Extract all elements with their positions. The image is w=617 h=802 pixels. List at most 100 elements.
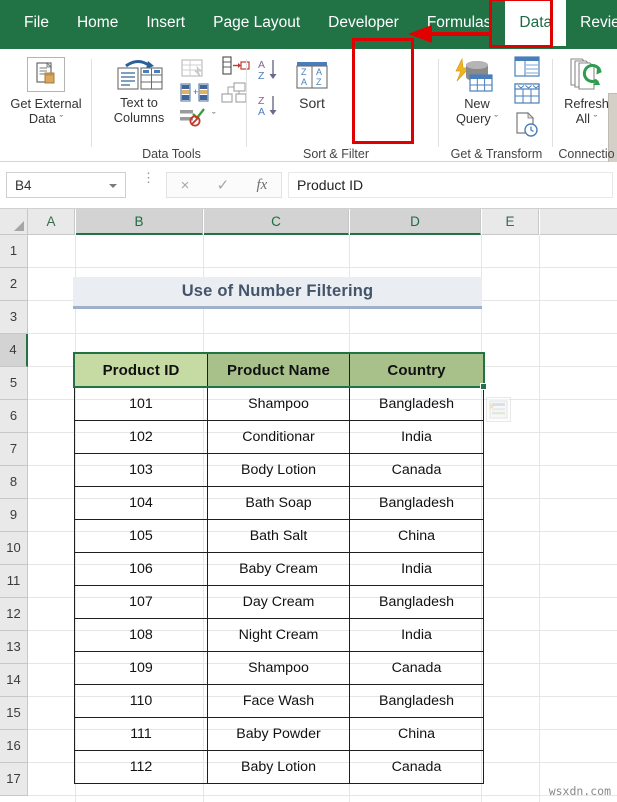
cell-area[interactable]: Use of Number Filtering Product ID Produ… — [28, 235, 617, 802]
row-header-7[interactable]: 7 — [0, 433, 28, 466]
sort-button[interactable]: Z A A Z Sort — [284, 59, 340, 111]
remove-duplicates-button[interactable]: + — [178, 82, 210, 109]
cell-product-name[interactable]: Body Lotion — [207, 453, 350, 487]
cell-country[interactable]: Bangladesh — [349, 387, 484, 421]
row-header-15[interactable]: 15 — [0, 697, 28, 730]
table-row[interactable]: 107 Day Cream Bangladesh — [74, 585, 484, 619]
table-row[interactable]: 110 Face Wash Bangladesh — [74, 684, 484, 718]
cell-product-name[interactable]: Shampoo — [207, 651, 350, 685]
row-header-6[interactable]: 6 — [0, 400, 28, 433]
table-row[interactable]: 108 Night Cream India — [74, 618, 484, 652]
name-box[interactable]: B4 — [6, 172, 126, 198]
selection-fill-handle[interactable] — [480, 383, 487, 390]
formula-input[interactable]: Product ID — [288, 172, 613, 198]
cell-product-name[interactable]: Bath Salt — [207, 519, 350, 553]
cell-product-id[interactable]: 108 — [74, 618, 208, 652]
cell-country[interactable]: India — [349, 618, 484, 652]
table-row[interactable]: 105 Bath Salt China — [74, 519, 484, 553]
cell-product-name[interactable]: Day Cream — [207, 585, 350, 619]
sort-za-button[interactable]: Z A — [256, 93, 282, 124]
cell-product-id[interactable]: 107 — [74, 585, 208, 619]
refresh-all-button[interactable]: Refresh All ˇ — [556, 57, 617, 128]
column-header-country[interactable]: Country — [349, 353, 484, 388]
cell-product-name[interactable]: Shampoo — [207, 387, 350, 421]
cell-country[interactable]: Canada — [349, 651, 484, 685]
cell-product-name[interactable]: Face Wash — [207, 684, 350, 718]
row-header-11[interactable]: 11 — [0, 565, 28, 598]
cell-product-id[interactable]: 101 — [74, 387, 208, 421]
get-external-data-button[interactable]: Get External Data ˇ — [0, 57, 92, 128]
select-all-button[interactable] — [0, 209, 28, 235]
cell-product-name[interactable]: Baby Lotion — [207, 750, 350, 784]
column-header-f[interactable] — [540, 209, 617, 235]
chevron-down-icon[interactable]: ˇ — [59, 114, 63, 126]
cell-country[interactable]: China — [349, 717, 484, 751]
row-header-3[interactable]: 3 — [0, 301, 28, 334]
tab-file[interactable]: File — [10, 0, 63, 46]
chevron-down-icon[interactable] — [109, 184, 117, 188]
column-header-product-name[interactable]: Product Name — [207, 353, 350, 388]
row-header-5[interactable]: 5 — [0, 367, 28, 400]
table-row[interactable]: 102 Conditionar India — [74, 420, 484, 454]
table-row[interactable]: 106 Baby Cream India — [74, 552, 484, 586]
cell-product-id[interactable]: 109 — [74, 651, 208, 685]
column-header-a[interactable]: A — [28, 209, 75, 235]
row-header-16[interactable]: 16 — [0, 730, 28, 763]
tab-formulas[interactable]: Formulas — [413, 0, 506, 46]
sort-az-button[interactable]: A Z — [256, 57, 282, 88]
cell-country[interactable]: Canada — [349, 453, 484, 487]
from-table-button[interactable] — [512, 82, 542, 111]
cell-product-id[interactable]: 110 — [74, 684, 208, 718]
paste-options-icon[interactable] — [486, 397, 511, 422]
column-header-c[interactable]: C — [204, 209, 349, 235]
cell-product-id[interactable]: 102 — [74, 420, 208, 454]
table-row[interactable]: 112 Baby Lotion Canada — [74, 750, 484, 784]
table-row[interactable]: 101 Shampoo Bangladesh — [74, 387, 484, 421]
column-header-product-id[interactable]: Product ID — [74, 353, 208, 388]
show-queries-button[interactable] — [512, 55, 542, 84]
row-header-10[interactable]: 10 — [0, 532, 28, 565]
row-header-12[interactable]: 12 — [0, 598, 28, 631]
cell-country[interactable]: Bangladesh — [349, 486, 484, 520]
cell-country[interactable]: India — [349, 552, 484, 586]
tab-home[interactable]: Home — [63, 0, 132, 46]
insert-function-icon[interactable]: fx — [257, 177, 268, 194]
row-header-9[interactable]: 9 — [0, 499, 28, 532]
table-row[interactable]: 103 Body Lotion Canada — [74, 453, 484, 487]
formula-bar-handle[interactable]: ⋮ — [142, 171, 155, 195]
tab-page-layout[interactable]: Page Layout — [199, 0, 314, 46]
cell-product-name[interactable]: Baby Powder — [207, 717, 350, 751]
cell-country[interactable]: China — [349, 519, 484, 553]
row-header-1[interactable]: 1 — [0, 235, 28, 268]
cell-product-name[interactable]: Baby Cream — [207, 552, 350, 586]
tab-data[interactable]: Data — [505, 0, 567, 46]
cell-product-id[interactable]: 105 — [74, 519, 208, 553]
row-header-8[interactable]: 8 — [0, 466, 28, 499]
cell-product-name[interactable]: Conditionar — [207, 420, 350, 454]
cell-country[interactable]: Bangladesh — [349, 684, 484, 718]
table-row[interactable]: 111 Baby Powder China — [74, 717, 484, 751]
new-query-button[interactable]: New Query ˇ — [444, 57, 510, 128]
cell-product-id[interactable]: 111 — [74, 717, 208, 751]
cell-product-name[interactable]: Night Cream — [207, 618, 350, 652]
cell-country[interactable]: India — [349, 420, 484, 454]
cell-product-id[interactable]: 106 — [74, 552, 208, 586]
cell-product-id[interactable]: 103 — [74, 453, 208, 487]
confirm-icon[interactable]: ✓ — [217, 176, 230, 194]
cell-product-id[interactable]: 112 — [74, 750, 208, 784]
cell-product-name[interactable]: Bath Soap — [207, 486, 350, 520]
table-row[interactable]: 109 Shampoo Canada — [74, 651, 484, 685]
row-header-14[interactable]: 14 — [0, 664, 28, 697]
recent-sources-button[interactable] — [512, 111, 540, 142]
cell-country[interactable]: Canada — [349, 750, 484, 784]
row-header-4[interactable]: 4 — [0, 334, 28, 367]
row-header-17[interactable]: 17 — [0, 763, 28, 796]
cell-product-id[interactable]: 104 — [74, 486, 208, 520]
data-validation-button[interactable] — [178, 106, 208, 133]
row-header-13[interactable]: 13 — [0, 631, 28, 664]
tab-review[interactable]: Review — [566, 0, 617, 46]
chevron-down-icon[interactable]: ˇ — [494, 114, 498, 126]
tab-developer[interactable]: Developer — [314, 0, 413, 46]
row-header-2[interactable]: 2 — [0, 268, 28, 301]
tab-insert[interactable]: Insert — [132, 0, 199, 46]
